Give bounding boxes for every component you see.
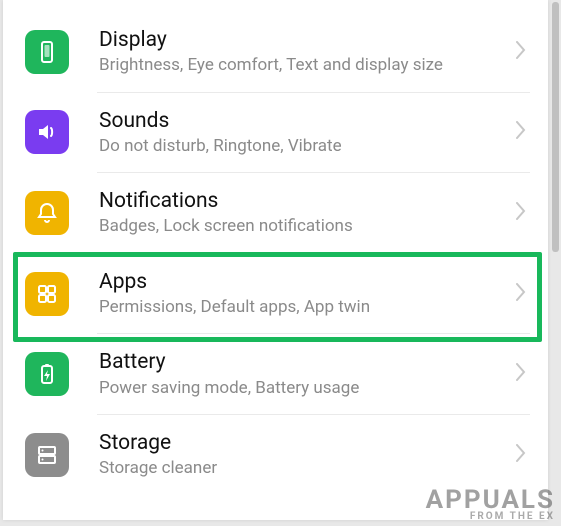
settings-item-title: Storage — [99, 431, 508, 456]
chevron-right-icon — [516, 363, 526, 385]
chevron-right-icon — [516, 121, 526, 143]
settings-item-text: Display Brightness, Eye comfort, Text an… — [99, 28, 508, 76]
settings-item-battery[interactable]: Battery Power saving mode, Battery usage — [21, 334, 530, 414]
settings-item-subtitle: Permissions, Default apps, App twin — [99, 297, 508, 317]
settings-item-text: Notifications Badges, Lock screen notifi… — [99, 189, 508, 237]
chevron-right-icon — [516, 202, 526, 224]
notifications-icon — [25, 191, 69, 235]
storage-icon — [25, 433, 69, 477]
settings-item-text: Sounds Do not disturb, Ringtone, Vibrate — [99, 109, 508, 157]
settings-item-subtitle: Storage cleaner — [99, 458, 508, 478]
settings-item-text: Battery Power saving mode, Battery usage — [99, 350, 508, 398]
display-icon — [25, 30, 69, 74]
settings-panel: Display Brightness, Eye comfort, Text an… — [3, 0, 548, 520]
watermark: APPUALS FROM THE EX — [426, 485, 555, 522]
settings-item-text: Apps Permissions, Default apps, App twin — [99, 270, 508, 318]
settings-item-subtitle: Brightness, Eye comfort, Text and displa… — [99, 55, 508, 75]
settings-item-display[interactable]: Display Brightness, Eye comfort, Text an… — [21, 12, 530, 92]
settings-item-text: Storage Storage cleaner — [99, 431, 508, 479]
settings-item-subtitle: Do not disturb, Ringtone, Vibrate — [99, 136, 508, 156]
scrollbar[interactable] — [552, 2, 559, 252]
settings-item-sounds[interactable]: Sounds Do not disturb, Ringtone, Vibrate — [21, 93, 530, 173]
settings-item-subtitle: Badges, Lock screen notifications — [99, 216, 508, 236]
chevron-right-icon — [516, 41, 526, 63]
sounds-icon — [25, 110, 69, 154]
settings-item-title: Display — [99, 28, 508, 53]
chevron-right-icon — [516, 444, 526, 466]
settings-list: Display Brightness, Eye comfort, Text an… — [3, 0, 548, 494]
settings-item-apps[interactable]: Apps Permissions, Default apps, App twin — [21, 254, 530, 334]
settings-item-title: Sounds — [99, 109, 508, 134]
settings-item-title: Apps — [99, 270, 508, 295]
settings-item-storage[interactable]: Storage Storage cleaner — [21, 415, 530, 495]
settings-item-notifications[interactable]: Notifications Badges, Lock screen notifi… — [21, 173, 530, 253]
apps-icon — [25, 272, 69, 316]
settings-item-title: Notifications — [99, 189, 508, 214]
battery-icon — [25, 352, 69, 396]
settings-item-title: Battery — [99, 350, 508, 375]
chevron-right-icon — [516, 283, 526, 305]
settings-item-subtitle: Power saving mode, Battery usage — [99, 378, 508, 398]
